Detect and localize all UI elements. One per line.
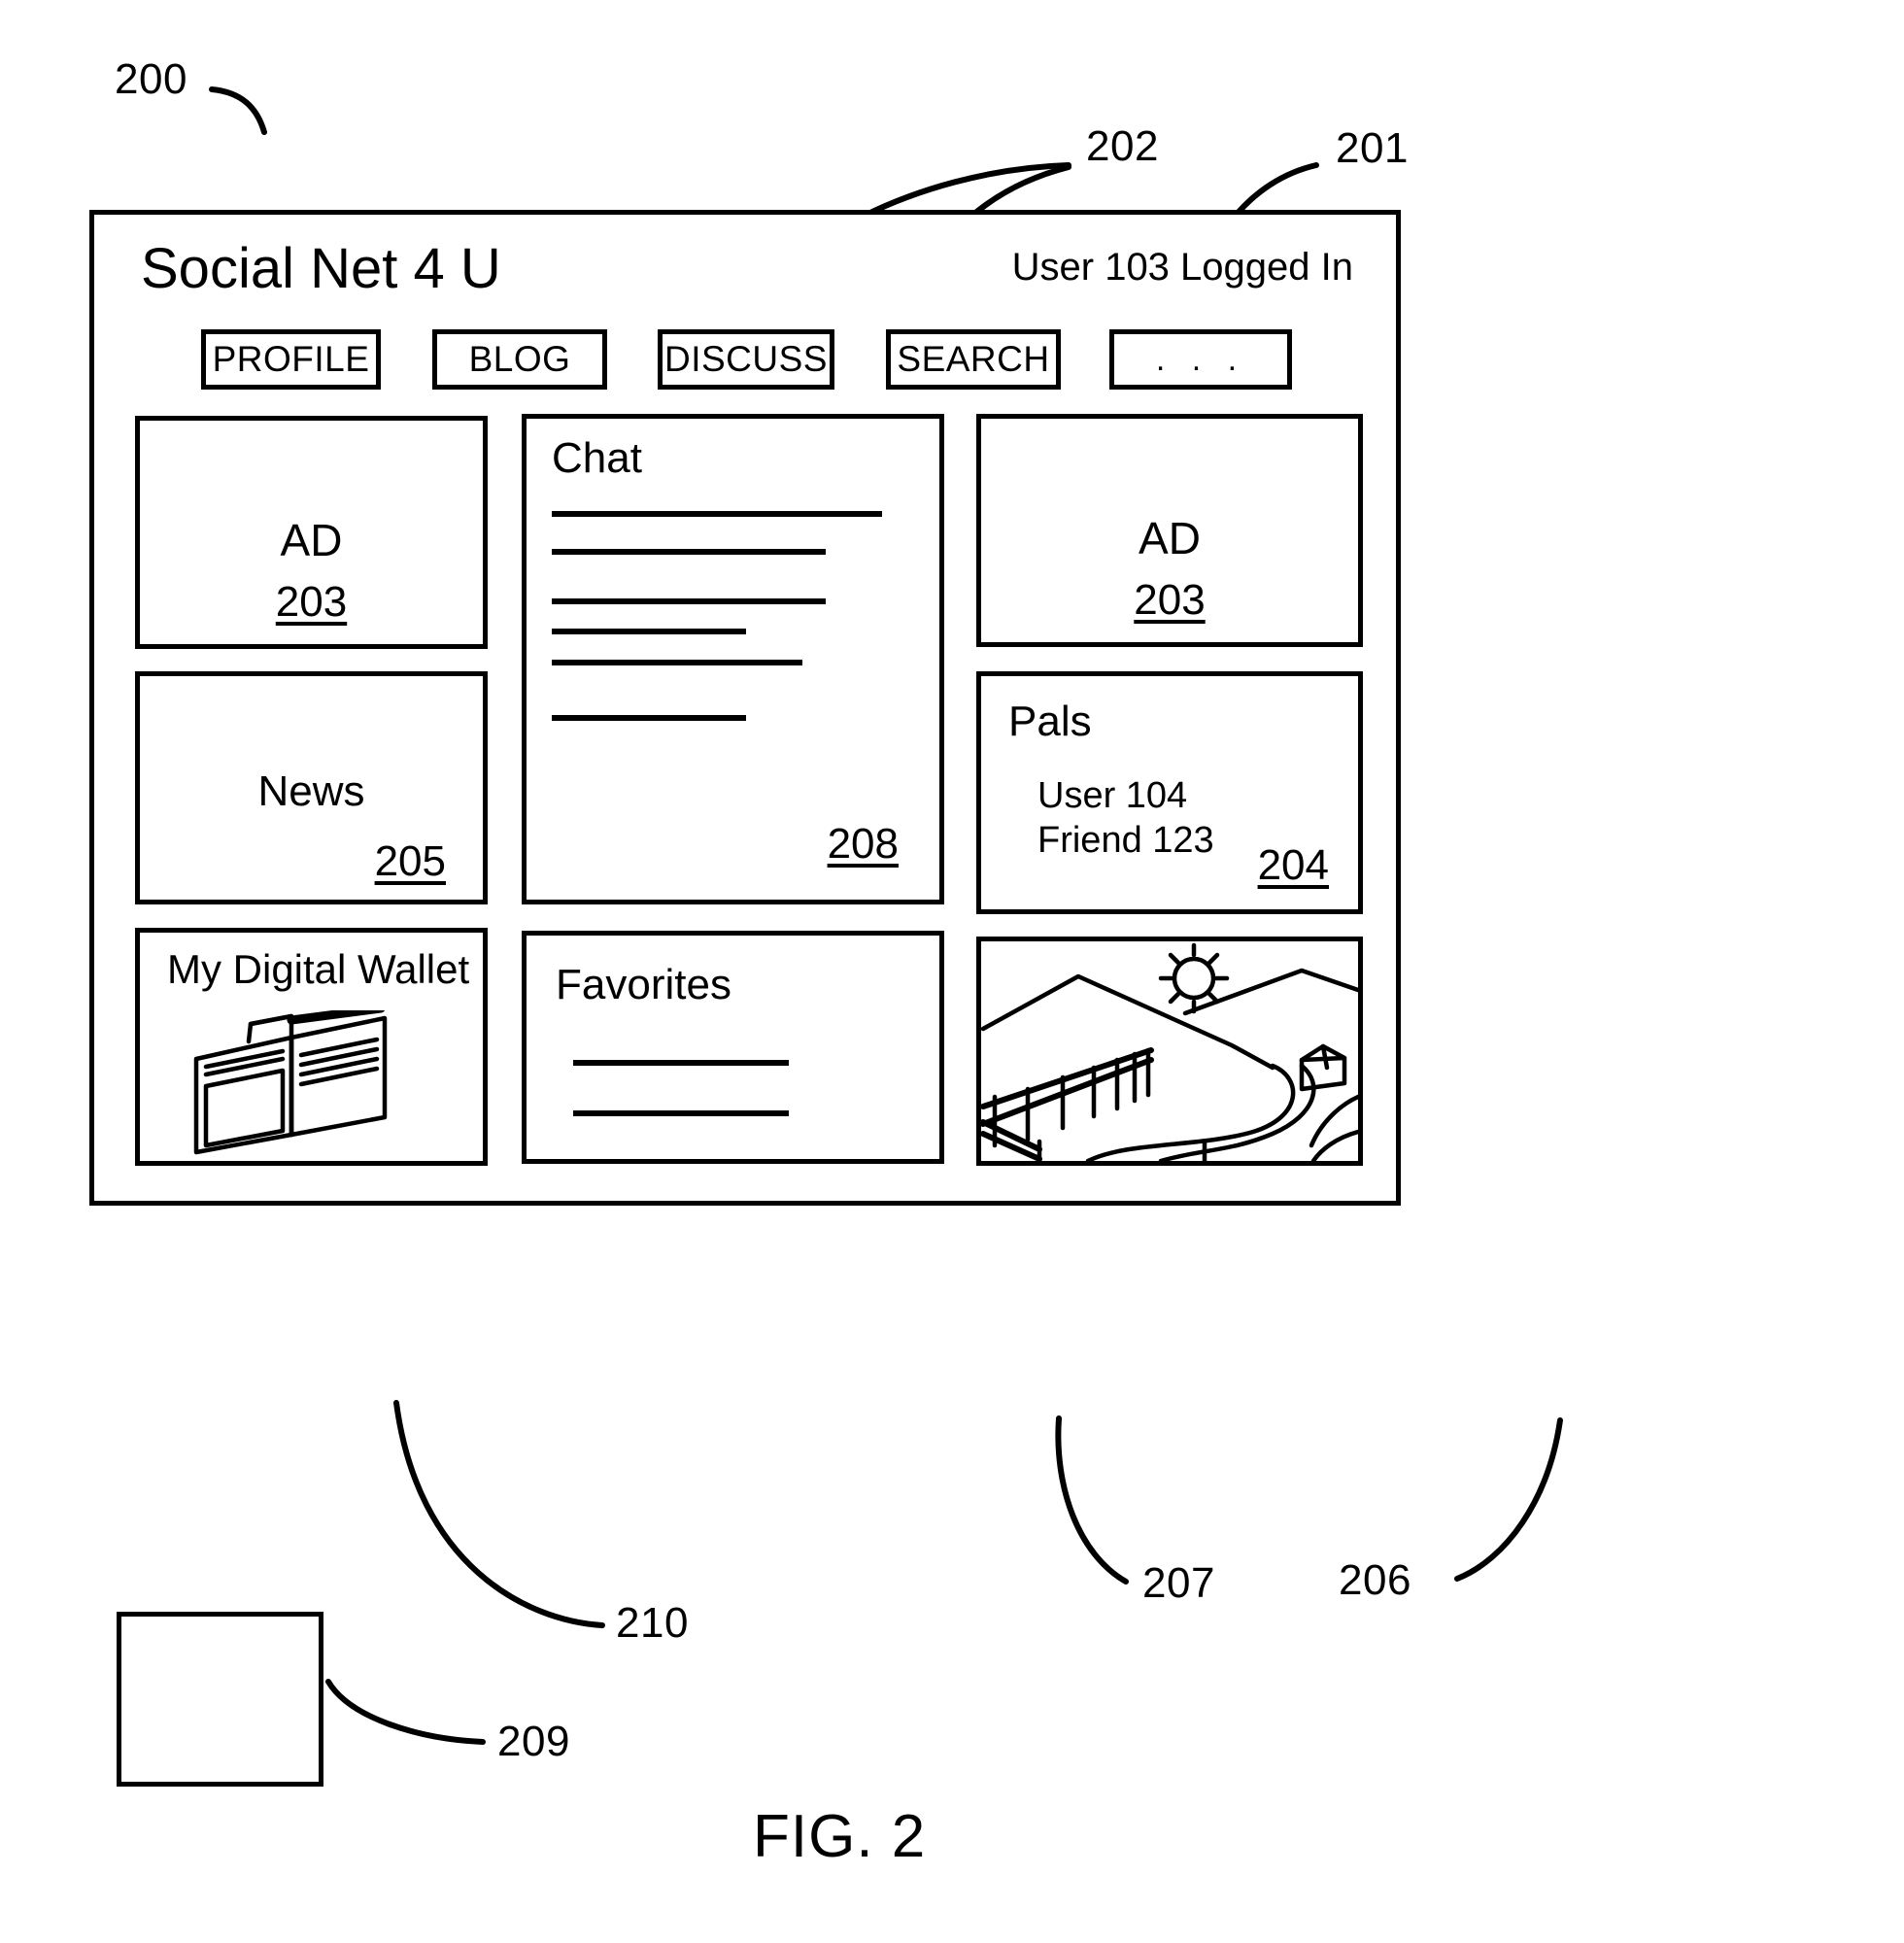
- pals-panel-ref: 204: [1257, 841, 1329, 889]
- chat-message-line: [552, 511, 882, 517]
- favorites-panel[interactable]: Favorites: [522, 931, 944, 1164]
- news-panel-ref: 205: [374, 837, 446, 885]
- nav-button-more[interactable]: . . .: [1109, 329, 1292, 390]
- landscape-icon: [981, 942, 1358, 1161]
- wallet-icon: [193, 1010, 388, 1155]
- ad-panel-left[interactable]: AD 203: [135, 416, 488, 649]
- reference-numeral-209: 209: [497, 1718, 570, 1765]
- reference-numeral-206: 206: [1339, 1556, 1411, 1604]
- photo-panel[interactable]: [976, 937, 1363, 1166]
- navigation-bar: PROFILE BLOG DISCUSS SEARCH . . .: [94, 329, 1396, 390]
- reference-numeral-207: 207: [1142, 1559, 1215, 1607]
- pals-panel[interactable]: Pals User 104 Friend 123 204: [976, 671, 1363, 914]
- detached-box-209: [117, 1612, 323, 1787]
- favorite-item-line: [573, 1060, 789, 1066]
- chat-message-line: [552, 549, 826, 555]
- ad-label: AD: [280, 515, 343, 565]
- reference-numeral-201: 201: [1336, 124, 1409, 172]
- chat-title: Chat: [552, 434, 642, 482]
- figure-caption: FIG. 2: [753, 1803, 927, 1870]
- social-network-page-frame: Social Net 4 U User 103 Logged In PROFIL…: [89, 210, 1401, 1206]
- reference-numeral-200: 200: [115, 55, 187, 103]
- pal-list-item[interactable]: User 104: [1037, 775, 1187, 817]
- favorites-title: Favorites: [556, 961, 731, 1008]
- page-title: Social Net 4 U: [141, 237, 501, 300]
- ad-label: AD: [1139, 513, 1201, 563]
- ad-panel-right-ref: 203: [1134, 576, 1206, 624]
- chat-message-line: [552, 629, 746, 634]
- chat-panel[interactable]: Chat 208: [522, 414, 944, 904]
- nav-button-search[interactable]: SEARCH: [886, 329, 1061, 390]
- digital-wallet-panel[interactable]: My Digital Wallet: [135, 928, 488, 1166]
- ad-panel-right[interactable]: AD 203: [976, 414, 1363, 647]
- nav-button-discuss[interactable]: DISCUSS: [658, 329, 834, 390]
- nav-button-profile[interactable]: PROFILE: [201, 329, 381, 390]
- reference-numeral-202: 202: [1086, 122, 1159, 170]
- news-label: News: [257, 767, 365, 815]
- digital-wallet-title: My Digital Wallet: [167, 946, 470, 992]
- news-panel[interactable]: News 205: [135, 671, 488, 904]
- chat-message-line: [552, 598, 826, 604]
- pal-list-item[interactable]: Friend 123: [1037, 820, 1214, 862]
- chat-panel-ref: 208: [827, 820, 899, 868]
- nav-button-blog[interactable]: BLOG: [432, 329, 607, 390]
- favorite-item-line: [573, 1110, 789, 1116]
- login-status-text: User 103 Logged In: [1011, 246, 1353, 289]
- chat-message-line: [552, 660, 802, 665]
- reference-numeral-210: 210: [616, 1599, 689, 1647]
- pals-title: Pals: [1008, 698, 1092, 745]
- ad-panel-left-ref: 203: [275, 578, 348, 626]
- chat-message-line: [552, 715, 746, 721]
